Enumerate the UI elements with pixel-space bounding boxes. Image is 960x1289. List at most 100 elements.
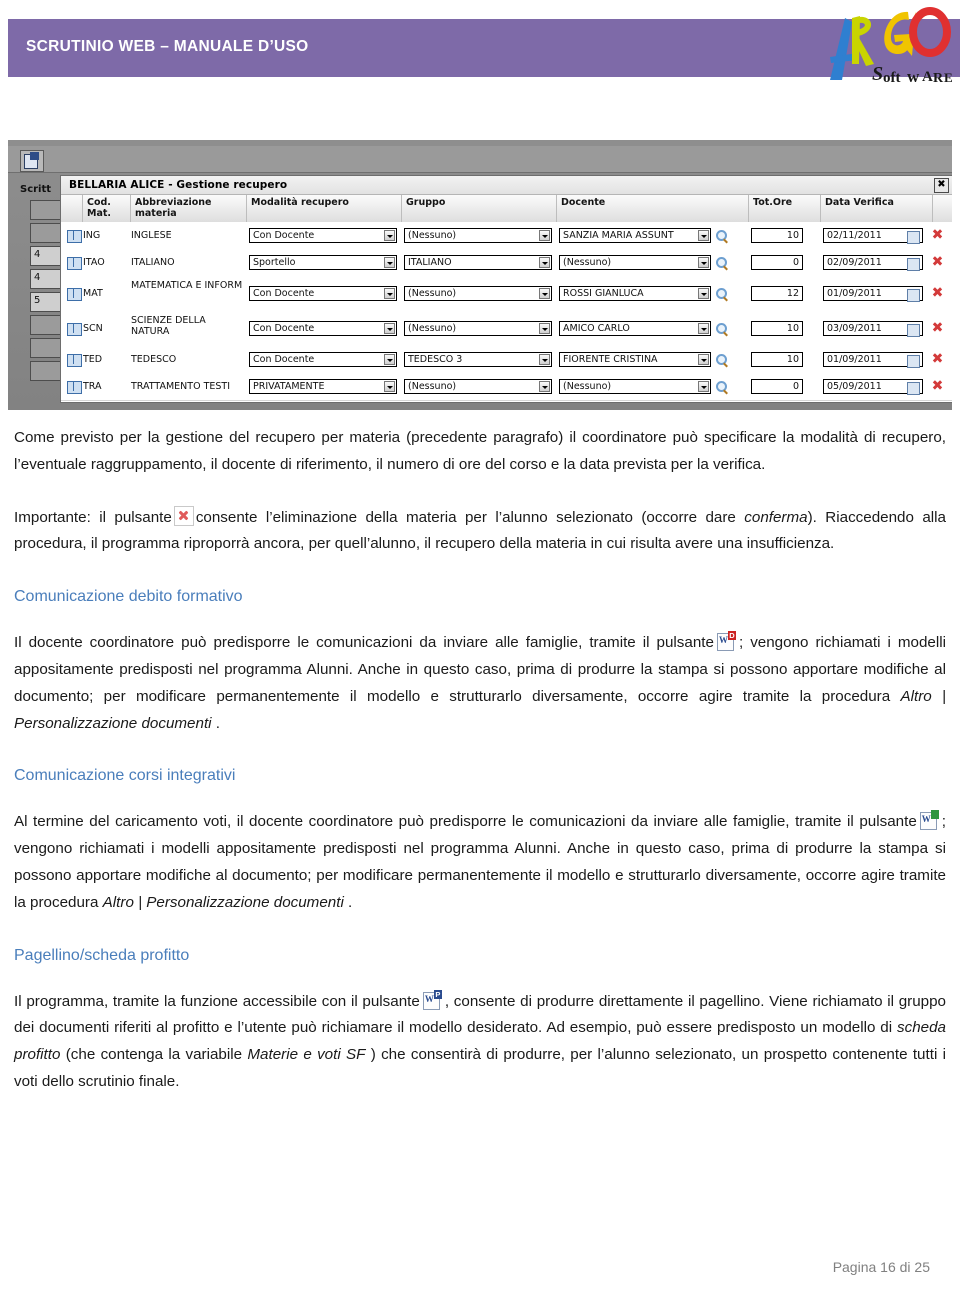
red-x-delete-icon[interactable]: ✖ bbox=[931, 379, 944, 393]
close-icon[interactable]: ✖ bbox=[934, 178, 949, 193]
docente-select[interactable]: SANZIA MARIA ASSUNT bbox=[559, 228, 711, 243]
chevron-down-icon[interactable] bbox=[539, 381, 550, 392]
new-window-icon[interactable] bbox=[20, 150, 44, 172]
chevron-down-icon[interactable] bbox=[698, 323, 709, 334]
chevron-down-icon[interactable] bbox=[698, 257, 709, 268]
magnifier-icon[interactable] bbox=[716, 323, 727, 334]
modalita-select[interactable]: PRIVATAMENTE bbox=[249, 379, 397, 394]
data-input[interactable]: 03/09/2011 bbox=[823, 321, 923, 337]
gruppo-select[interactable]: (Nessuno) bbox=[404, 228, 552, 243]
magnifier-icon[interactable] bbox=[716, 230, 727, 241]
bg-value-box[interactable] bbox=[30, 200, 64, 220]
modalita-select[interactable]: Con Docente bbox=[249, 321, 397, 336]
modalita-select[interactable]: Con Docente bbox=[249, 228, 397, 243]
table-row[interactable]: MAT MATEMATICA E INFORM Con Docente (Nessun… bbox=[61, 276, 952, 312]
heading-comunicazione-corsi: Comunicazione corsi integrativi bbox=[14, 767, 236, 785]
data-input[interactable]: 05/09/2011 bbox=[823, 379, 923, 395]
cell-cod-mat: SCN bbox=[83, 323, 103, 334]
bg-value-box[interactable] bbox=[30, 223, 64, 243]
gruppo-select[interactable]: (Nessuno) bbox=[404, 286, 552, 301]
col-gruppo: Gruppo bbox=[402, 195, 557, 222]
red-x-delete-icon[interactable] bbox=[173, 505, 194, 526]
chevron-down-icon[interactable] bbox=[698, 381, 709, 392]
chevron-down-icon[interactable] bbox=[539, 230, 550, 241]
table-row[interactable]: TRA TRATTAMENTO TESTI PRIVATAMENTE (Nessuno… bbox=[61, 373, 952, 401]
chevron-down-icon[interactable] bbox=[698, 230, 709, 241]
ore-input[interactable]: 12 bbox=[751, 286, 803, 301]
table-row[interactable]: ITAO ITALIANO Sportello ITALIANO (Nessuno) 0 0… bbox=[61, 249, 952, 277]
pagellino-before: Il programma, tramite la funzione access… bbox=[14, 992, 420, 1010]
calendar-icon[interactable] bbox=[907, 289, 920, 302]
red-x-delete-icon[interactable]: ✖ bbox=[931, 321, 944, 335]
gruppo-select[interactable]: (Nessuno) bbox=[404, 379, 552, 394]
magnifier-icon[interactable] bbox=[716, 381, 727, 392]
data-input[interactable]: 01/09/2011 bbox=[823, 352, 923, 368]
gruppo-select[interactable]: (Nessuno) bbox=[404, 321, 552, 336]
data-input[interactable]: 02/09/2011 bbox=[823, 255, 923, 271]
modalita-select[interactable]: Sportello bbox=[249, 255, 397, 270]
magnifier-icon[interactable] bbox=[716, 288, 727, 299]
docente-select[interactable]: (Nessuno) bbox=[559, 255, 711, 270]
gruppo-select[interactable]: TEDESCO 3 bbox=[404, 352, 552, 367]
docente-select[interactable]: (Nessuno) bbox=[559, 379, 711, 394]
docente-select[interactable]: AMICO CARLO bbox=[559, 321, 711, 336]
ore-input[interactable]: 10 bbox=[751, 321, 803, 336]
word-document-icon[interactable]: W bbox=[919, 810, 939, 831]
chevron-down-icon[interactable] bbox=[384, 288, 395, 299]
red-x-delete-icon[interactable]: ✖ bbox=[931, 286, 944, 300]
bg-value-box[interactable]: 4 bbox=[30, 269, 64, 289]
data-input[interactable]: 02/11/2011 bbox=[823, 228, 923, 244]
pagellino-italic-2: Materie e voti SF bbox=[247, 1046, 366, 1064]
ore-input[interactable]: 10 bbox=[751, 352, 803, 367]
calendar-icon[interactable] bbox=[907, 382, 920, 395]
magnifier-icon[interactable] bbox=[716, 354, 727, 365]
chevron-down-icon[interactable] bbox=[539, 257, 550, 268]
ore-input[interactable]: 0 bbox=[751, 379, 803, 394]
bg-value: 4 bbox=[34, 272, 41, 283]
chevron-down-icon[interactable] bbox=[539, 354, 550, 365]
chevron-down-icon[interactable] bbox=[539, 288, 550, 299]
bg-value-box[interactable] bbox=[30, 361, 64, 381]
ore-input[interactable]: 0 bbox=[751, 255, 803, 270]
docente-select[interactable]: FIORENTE CRISTINA bbox=[559, 352, 711, 367]
modalita-select[interactable]: Con Docente bbox=[249, 286, 397, 301]
bg-value-box[interactable]: 5 bbox=[30, 292, 64, 312]
chevron-down-icon[interactable] bbox=[539, 323, 550, 334]
table-row[interactable]: TED TEDESCO Con Docente TEDESCO 3 FIORENTE C… bbox=[61, 346, 952, 374]
calendar-icon[interactable] bbox=[907, 324, 920, 337]
red-x-delete-icon[interactable]: ✖ bbox=[931, 352, 944, 366]
ore-input[interactable]: 10 bbox=[751, 228, 803, 243]
ore-value: 0 bbox=[792, 381, 799, 392]
red-x-delete-icon[interactable]: ✖ bbox=[931, 228, 944, 242]
chevron-down-icon[interactable] bbox=[384, 354, 395, 365]
table-row[interactable]: ING INGLESE Con Docente (Nessuno) SANZIA MAR… bbox=[61, 222, 952, 250]
bg-value-box[interactable] bbox=[30, 315, 64, 335]
table-row[interactable]: SCN SCIENZE DELLA NATURA Con Docente (Nessu… bbox=[61, 311, 952, 347]
bg-value-box[interactable] bbox=[30, 338, 64, 358]
chevron-down-icon[interactable] bbox=[384, 230, 395, 241]
data-input[interactable]: 01/09/2011 bbox=[823, 286, 923, 302]
chevron-down-icon[interactable] bbox=[698, 288, 709, 299]
page-header: SCRUTINIO WEB – MANUALE D’USO S oft w A … bbox=[0, 0, 960, 100]
bg-value bbox=[31, 362, 63, 364]
calendar-icon[interactable] bbox=[907, 355, 920, 368]
gruppo-select[interactable]: ITALIANO bbox=[404, 255, 552, 270]
chevron-down-icon[interactable] bbox=[384, 381, 395, 392]
svg-text:R: R bbox=[933, 71, 944, 86]
paragraph-importante: Importante: il pulsante consente l’elimin… bbox=[14, 505, 946, 559]
chevron-down-icon[interactable] bbox=[384, 323, 395, 334]
modalita-select[interactable]: Con Docente bbox=[249, 352, 397, 367]
cell-materia: INGLESE bbox=[131, 230, 172, 241]
bg-value-box[interactable]: 4 bbox=[30, 246, 64, 266]
word-document-icon[interactable]: WP bbox=[422, 989, 442, 1010]
magnifier-icon[interactable] bbox=[716, 257, 727, 268]
paragraph-debito: Il docente coordinatore può predisporre … bbox=[14, 630, 946, 737]
modalita-value: Con Docente bbox=[253, 323, 315, 334]
chevron-down-icon[interactable] bbox=[698, 354, 709, 365]
calendar-icon[interactable] bbox=[907, 231, 920, 244]
chevron-down-icon[interactable] bbox=[384, 257, 395, 268]
word-document-icon[interactable]: WD bbox=[716, 631, 736, 652]
red-x-delete-icon[interactable]: ✖ bbox=[931, 255, 944, 269]
calendar-icon[interactable] bbox=[907, 258, 920, 271]
docente-select[interactable]: ROSSI GIANLUCA bbox=[559, 286, 711, 301]
